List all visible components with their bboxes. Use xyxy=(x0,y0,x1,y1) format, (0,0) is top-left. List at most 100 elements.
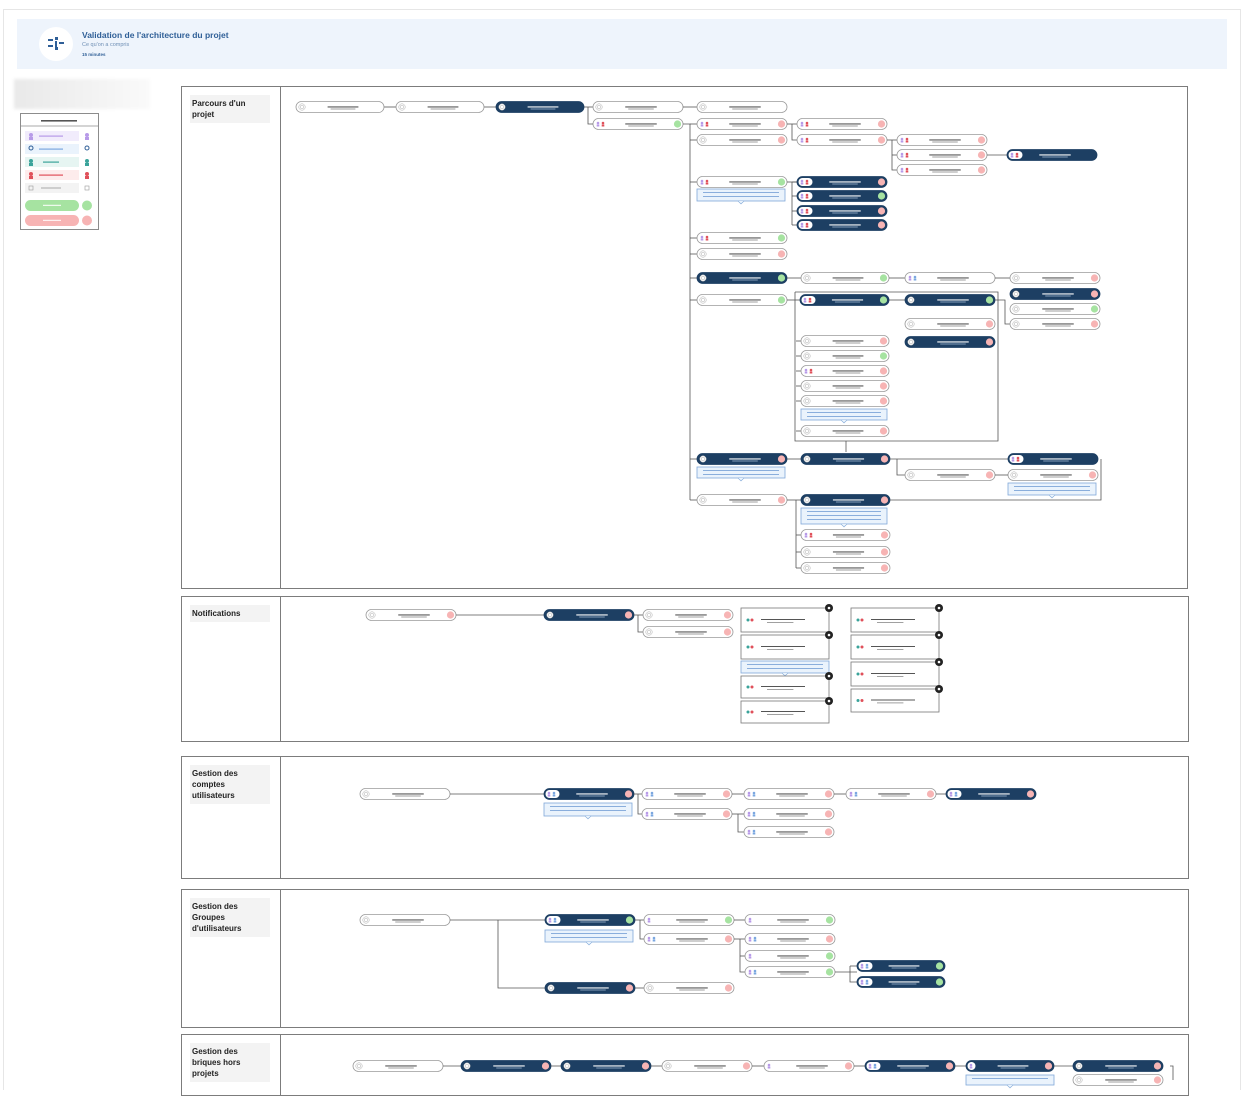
note-box xyxy=(800,507,888,528)
flow-node xyxy=(352,1060,444,1072)
flow-node xyxy=(743,808,835,820)
document-icon xyxy=(463,1062,471,1070)
user-icon xyxy=(765,1062,774,1070)
status-dot-icon xyxy=(877,178,886,186)
flow-node xyxy=(696,494,788,506)
user-icon xyxy=(798,136,813,144)
flow-node xyxy=(543,788,635,800)
document-icon xyxy=(563,1062,571,1070)
flow-node xyxy=(743,826,835,838)
status-dot-icon xyxy=(625,984,634,992)
page-title: Validation de l'architecture du projet xyxy=(82,30,229,40)
status-dot-icon xyxy=(825,935,834,943)
status-dot-icon xyxy=(935,978,944,986)
flow-node xyxy=(643,933,735,945)
user-icon xyxy=(594,120,609,128)
status-dot-icon xyxy=(777,120,786,128)
document-icon xyxy=(1010,471,1018,479)
document-icon xyxy=(699,103,707,111)
flow-node xyxy=(945,788,1037,800)
user-icon xyxy=(798,178,813,186)
legend-row-grey xyxy=(25,183,90,193)
flow-node xyxy=(641,808,733,820)
flow-node xyxy=(643,982,735,994)
flow-node xyxy=(395,101,485,113)
status-dot-icon xyxy=(777,234,786,242)
flow-node xyxy=(1009,303,1101,315)
status-dot-icon xyxy=(1088,471,1097,479)
status-dot-icon xyxy=(825,968,834,976)
document-icon xyxy=(546,611,554,619)
notification-card xyxy=(850,685,943,713)
legend-status-red xyxy=(25,215,92,226)
status-dot-icon xyxy=(985,471,994,479)
status-dot-icon xyxy=(777,496,786,504)
document-icon xyxy=(664,1062,672,1070)
section-notifications: Notifications xyxy=(181,596,1189,742)
user-icon xyxy=(643,810,658,818)
flow-node xyxy=(1007,469,1099,481)
flow-node xyxy=(661,1060,753,1072)
status-dot-icon xyxy=(985,338,994,346)
status-dot-icon xyxy=(777,136,786,144)
status-dot-icon xyxy=(723,628,732,636)
section-title: Gestion des Groupes d'utilisateurs xyxy=(190,898,270,937)
note-box xyxy=(696,188,786,205)
user-icon xyxy=(1009,455,1024,463)
status-dot-icon xyxy=(724,984,733,992)
flow-node xyxy=(904,318,996,330)
flow-node xyxy=(696,272,788,284)
section-title: Notifications xyxy=(190,605,270,622)
user-icon xyxy=(546,916,561,924)
flow-node xyxy=(796,118,888,130)
user-icon xyxy=(798,192,813,200)
flow-node xyxy=(544,982,636,994)
legend-row-red xyxy=(25,170,89,180)
flow-node xyxy=(800,272,890,284)
note-box xyxy=(965,1074,1055,1089)
flow-node xyxy=(800,562,891,574)
flow-node xyxy=(642,626,734,638)
flow-node xyxy=(696,118,788,130)
user-icon xyxy=(898,136,913,144)
section-groupes: Gestion des Groupes d'utilisateurs xyxy=(181,889,1189,1028)
section-comptes: Gestion des comptes utilisateurs xyxy=(181,756,1189,879)
user-icon xyxy=(745,828,760,836)
user-icon xyxy=(645,916,654,924)
flow-node xyxy=(641,788,733,800)
status-dot-icon xyxy=(777,274,786,282)
status-dot-icon xyxy=(722,810,731,818)
user-icon xyxy=(746,916,755,924)
flow-node xyxy=(896,134,988,146)
status-dot-icon xyxy=(879,382,888,390)
flow-node xyxy=(800,425,890,437)
status-dot-icon xyxy=(825,952,834,960)
document-icon xyxy=(498,103,506,111)
status-dot-icon xyxy=(673,120,682,128)
status-dot-icon xyxy=(879,352,888,360)
flow-node xyxy=(800,350,890,362)
flow-node xyxy=(592,101,684,113)
section-briques: Gestion des briques hors projets xyxy=(181,1034,1189,1096)
status-dot-icon xyxy=(824,828,833,836)
user-icon xyxy=(947,790,962,798)
flow-node xyxy=(460,1060,552,1072)
status-dot-icon xyxy=(1153,1076,1162,1084)
document-icon xyxy=(362,916,370,924)
status-dot-icon xyxy=(722,790,731,798)
status-dot-icon xyxy=(724,916,733,924)
status-dot-icon xyxy=(541,1062,550,1070)
user-icon xyxy=(746,968,761,976)
status-dot-icon xyxy=(877,136,886,144)
document-icon xyxy=(699,250,707,258)
section-title: Parcours d'un projet xyxy=(190,95,270,123)
status-dot-icon xyxy=(724,935,733,943)
document-icon xyxy=(1012,320,1020,328)
duration-label: 15 minutes xyxy=(82,52,106,57)
diagram-logo-icon xyxy=(39,27,73,61)
flow-node xyxy=(696,232,788,244)
user-icon xyxy=(906,274,921,282)
status-dot-icon xyxy=(880,455,889,463)
flow-node xyxy=(1009,288,1101,300)
user-icon xyxy=(698,120,713,128)
